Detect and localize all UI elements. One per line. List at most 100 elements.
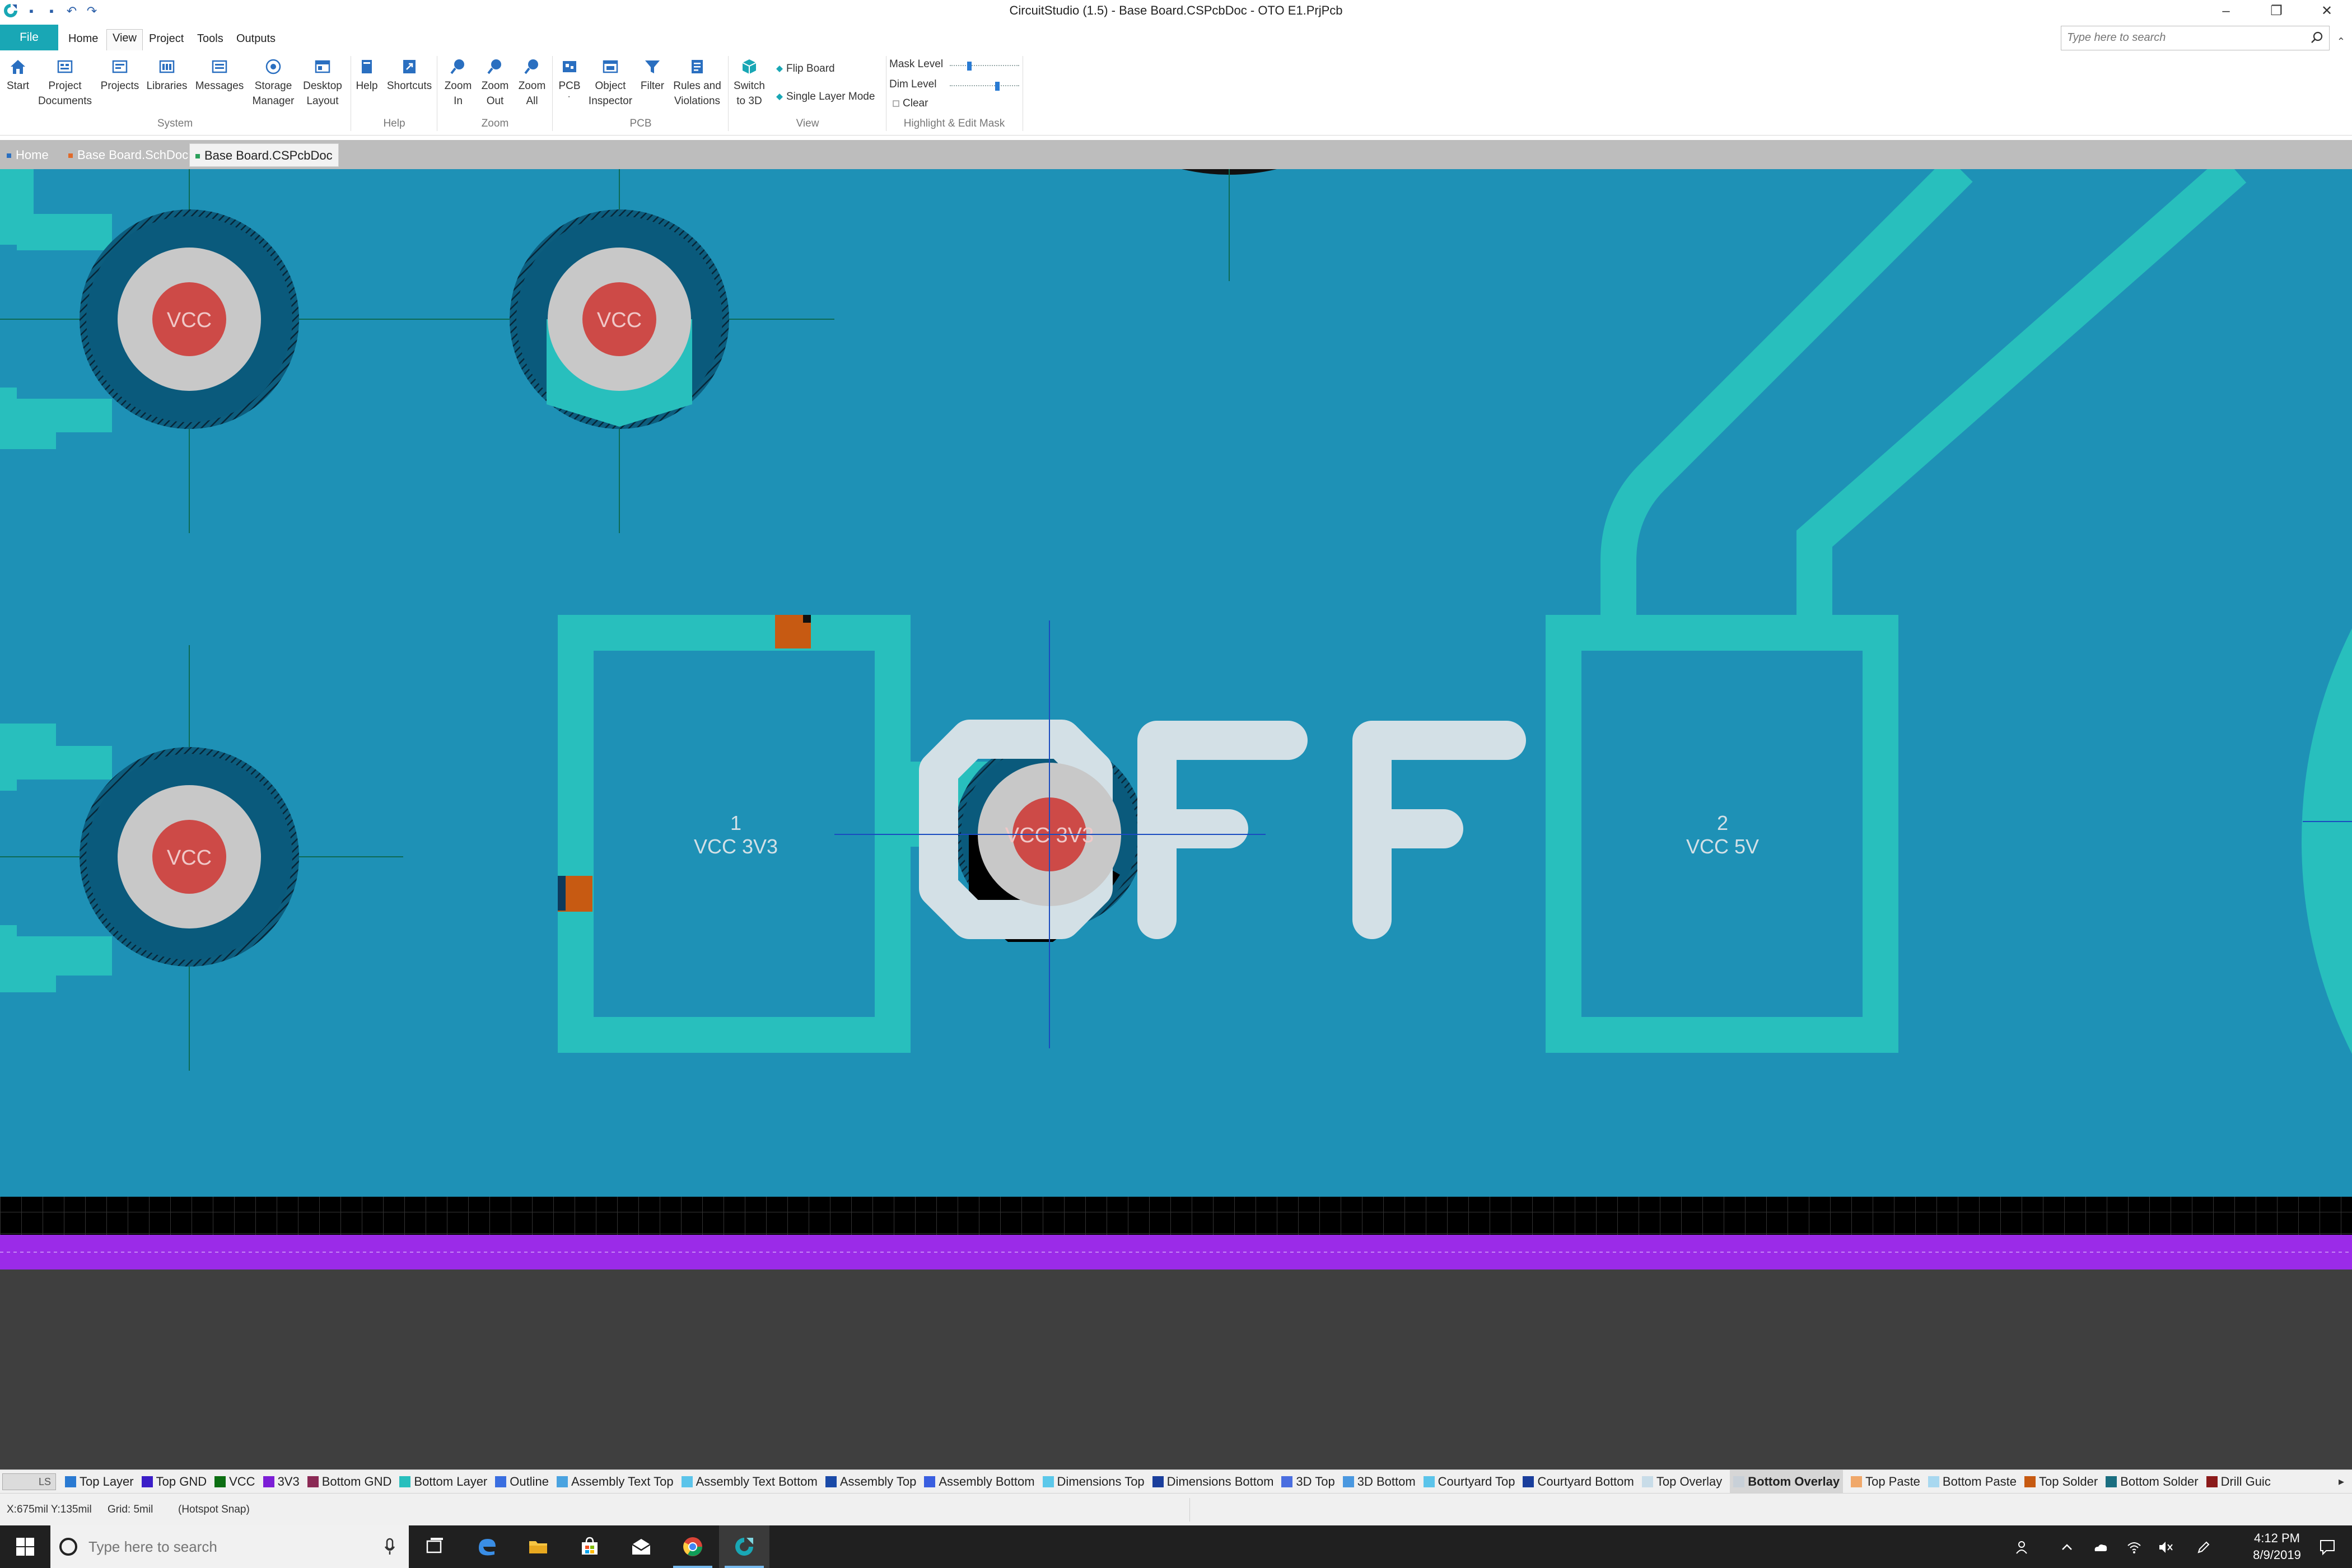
pad-vcc-top-left-label: VCC xyxy=(167,309,212,332)
show-hidden-icons-chevron-icon[interactable] xyxy=(2059,1539,2075,1556)
microphone-icon[interactable] xyxy=(384,1538,395,1556)
layer-tab[interactable]: Courtyard Bottom xyxy=(1523,1470,1634,1493)
menu-view[interactable]: View xyxy=(106,29,143,50)
start-button[interactable]: Start xyxy=(3,57,32,94)
layer-tab[interactable]: Assembly Text Top xyxy=(556,1470,674,1493)
layer-tab[interactable]: Outline xyxy=(495,1470,549,1493)
pcb-canvas[interactable]: VCC VCC VCC 1 VCC 3V3 2 VCC 5V VCC 3V3 xyxy=(0,169,2352,1478)
menu-outputs[interactable]: Outputs xyxy=(231,30,281,47)
layer-tab[interactable]: Top Layer xyxy=(65,1470,134,1493)
layer-tab[interactable]: Bottom Layer xyxy=(399,1470,487,1493)
cortana-icon xyxy=(59,1538,77,1556)
circuitstudio-icon xyxy=(735,1538,753,1556)
menu-home[interactable]: Home xyxy=(63,30,104,47)
filter-button[interactable]: Filter xyxy=(637,57,668,94)
tab-home[interactable]: Home xyxy=(1,143,54,167)
pen-ink-icon[interactable] xyxy=(2195,1539,2212,1556)
shortcuts-button[interactable]: Shortcuts xyxy=(383,57,436,94)
desktop-layout-button[interactable]: Desktop Layout xyxy=(299,57,346,109)
layer-tab[interactable]: VCC xyxy=(214,1470,255,1493)
layer-tab[interactable]: Drill Guic xyxy=(2206,1470,2271,1493)
zoom-all-button[interactable]: Zoom All xyxy=(514,57,550,109)
zoom-in-button[interactable]: Zoom In xyxy=(440,57,476,109)
layer-tab[interactable]: Bottom Overlay xyxy=(1730,1470,1844,1493)
store-button[interactable] xyxy=(564,1525,615,1568)
dim-level-slider[interactable] xyxy=(950,82,1019,92)
storage-manager-button[interactable]: Storage Manager xyxy=(248,57,299,109)
layer-tab[interactable]: Dimensions Top xyxy=(1042,1470,1145,1493)
task-view-button[interactable] xyxy=(410,1525,460,1568)
projects-button[interactable]: Projects xyxy=(99,57,141,94)
switch-to-3d-button[interactable]: Switch to 3D xyxy=(730,57,768,109)
layer-tab-label: Top Layer xyxy=(80,1474,134,1488)
rules-and-violations-button[interactable]: Rules and Violations xyxy=(668,57,727,109)
layer-tab[interactable]: 3D Top xyxy=(1281,1470,1335,1493)
windows-start-button[interactable] xyxy=(0,1525,50,1568)
layer-tab[interactable]: Bottom GND xyxy=(307,1470,391,1493)
layer-tab[interactable]: Dimensions Bottom xyxy=(1152,1470,1273,1493)
layer-tab[interactable]: Top Solder xyxy=(2024,1470,2098,1493)
pcb-view[interactable]: VCC VCC VCC 1 VCC 3V3 2 VCC 5V VCC 3V3 xyxy=(0,169,2352,1469)
taskbar-search-input[interactable] xyxy=(88,1534,352,1559)
layer-tab-label: 3D Top xyxy=(1296,1474,1335,1488)
pcb-label: PCB xyxy=(558,80,581,92)
layer-tab-label: 3D Bottom xyxy=(1357,1474,1416,1488)
project-documents-button[interactable]: Project Documents xyxy=(32,57,97,109)
menu-file[interactable]: File xyxy=(0,25,58,50)
layer-scroll-right-icon[interactable]: ▸ xyxy=(2339,1474,2344,1488)
object-inspector-button[interactable]: Object Inspector xyxy=(585,57,636,109)
layer-tab[interactable]: Assembly Text Bottom xyxy=(681,1470,818,1493)
taskbar-search-box[interactable] xyxy=(50,1525,409,1568)
zoom-out-button[interactable]: Zoom Out xyxy=(477,57,513,109)
action-center-icon[interactable] xyxy=(2318,1538,2336,1556)
layer-tab[interactable]: Top GND xyxy=(141,1470,207,1493)
minimize-icon[interactable]: – xyxy=(2201,0,2251,22)
mask-level-thumb[interactable] xyxy=(967,62,972,71)
restore-icon[interactable]: ❐ xyxy=(2251,0,2302,22)
layer-tab[interactable]: Top Overlay xyxy=(1641,1470,1722,1493)
chrome-button[interactable] xyxy=(668,1525,718,1568)
help-button[interactable]: Help xyxy=(353,57,381,94)
clear-icon xyxy=(893,100,899,107)
libraries-button[interactable]: Libraries xyxy=(143,57,190,94)
layer-tab[interactable]: 3V3 xyxy=(263,1470,300,1493)
dim-level-thumb[interactable] xyxy=(995,82,1000,91)
group-label-pcb: PCB xyxy=(629,118,652,129)
tab-schematic[interactable]: Base Board.SchDoc xyxy=(63,143,194,167)
edge-browser-button[interactable] xyxy=(461,1525,512,1568)
menu-tools[interactable]: Tools xyxy=(192,30,229,47)
people-icon[interactable] xyxy=(2015,1539,2032,1556)
smd-pad-1-net: VCC 3V3 xyxy=(694,835,778,858)
ribbon-collapse-icon[interactable]: ⌃ xyxy=(2337,36,2345,48)
search-icon[interactable] xyxy=(2310,31,2323,44)
layer-tab[interactable]: Courtyard Top xyxy=(1423,1470,1515,1493)
wifi-icon[interactable] xyxy=(2126,1539,2143,1556)
layer-tab[interactable]: Bottom Paste xyxy=(1928,1470,2017,1493)
projects-label: Projects xyxy=(100,80,139,92)
layer-tab[interactable]: Top Paste xyxy=(1851,1470,1920,1493)
taskbar-clock[interactable]: 4:12 PM 8/9/2019 xyxy=(2232,1530,2322,1564)
layer-tab[interactable]: Bottom Solder xyxy=(2106,1470,2199,1493)
layer-tab[interactable]: Assembly Top xyxy=(825,1470,916,1493)
single-layer-mode-button[interactable]: Single Layer Mode xyxy=(775,91,875,103)
title-bar: ▪ ▪ ↶ ↷ CircuitStudio (1.5) - Base Board… xyxy=(0,0,2352,22)
task-view-icon xyxy=(426,1538,443,1553)
volume-muted-icon[interactable] xyxy=(2157,1539,2174,1556)
pcb-button[interactable]: PCB ˙ xyxy=(554,57,585,109)
mask-level-slider[interactable] xyxy=(950,62,1019,72)
onedrive-cloud-icon[interactable] xyxy=(2092,1539,2109,1556)
menu-project[interactable]: Project xyxy=(143,30,189,47)
flip-board-button[interactable]: Flip Board xyxy=(775,63,835,75)
tab-pcb-document[interactable]: Base Board.CSPcbDoc xyxy=(189,143,339,167)
layer-set-toggle[interactable]: LS xyxy=(2,1473,56,1490)
file-explorer-button[interactable] xyxy=(513,1525,563,1568)
close-icon[interactable]: ✕ xyxy=(2302,0,2352,22)
circuitstudio-taskbar-button[interactable] xyxy=(719,1525,769,1568)
cube-3d-icon xyxy=(742,59,757,74)
messages-button[interactable]: Messages xyxy=(194,57,245,94)
layer-tab[interactable]: Assembly Bottom xyxy=(924,1470,1035,1493)
mail-button[interactable] xyxy=(616,1525,666,1568)
layer-tab[interactable]: 3D Bottom xyxy=(1342,1470,1416,1493)
clear-mask-button[interactable]: Clear xyxy=(892,97,928,110)
ribbon-search-input[interactable] xyxy=(2061,26,2297,49)
